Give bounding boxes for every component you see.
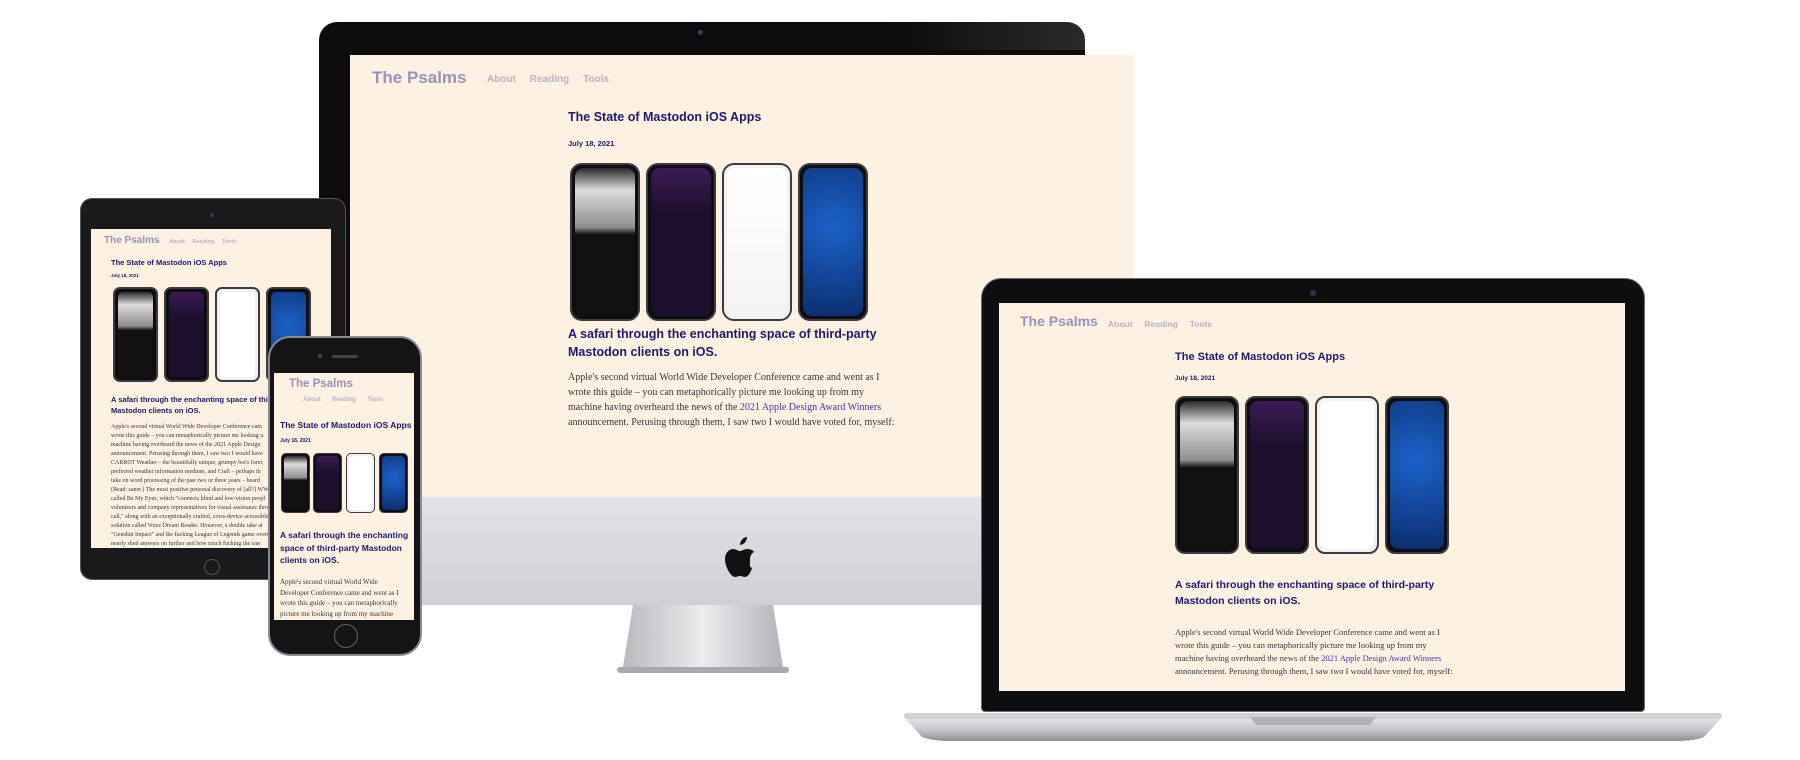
iphone-screen: The Psalms About Reading Tools The State… [274,373,414,620]
imac-chin [319,497,1085,605]
app-screenshot [646,163,716,321]
nav-about[interactable]: About [1108,319,1133,329]
site-nav: About Reading Tools [487,74,609,85]
post-body: Apple's second virtual World Wide Develo… [280,578,399,618]
nav-reading[interactable]: Reading [530,74,569,85]
hero-image [281,453,408,513]
iphone-camera [318,354,322,358]
app-screenshot [113,287,158,382]
hero-image [570,163,870,321]
nav-about[interactable]: About [169,239,185,245]
ipad-camera [210,213,214,217]
app-screenshot [1385,396,1449,554]
iphone-home-button[interactable] [334,624,358,648]
site-nav: About Reading Tools [1108,319,1212,329]
app-screenshot [1315,396,1379,554]
app-screenshot [798,163,868,321]
post-title[interactable]: The State of Mastodon iOS Apps [1175,351,1345,363]
site-nav: About Reading Tools [303,397,383,403]
ipad-home-button[interactable] [204,559,220,575]
app-screenshot [346,453,375,513]
nav-reading[interactable]: Reading [332,397,356,403]
imac-camera [698,30,703,35]
imac-stand [613,605,793,675]
nav-tools[interactable]: Tools [367,397,383,403]
post-title[interactable]: The State of Mastodon iOS Apps [111,258,227,267]
macbook-base [904,713,1722,741]
site-nav: About Reading Tools [169,239,236,245]
post-date: July 18, 2021 [280,438,311,444]
app-screenshot [1175,396,1239,554]
post-subtitle: A safari through the enchanting space of… [1175,579,1435,607]
site-brand[interactable]: The Psalms [104,235,160,246]
app-screenshot [570,163,640,321]
nav-tools[interactable]: Tools [222,239,236,245]
macbook-camera [1310,290,1316,296]
apple-logo-icon [724,537,760,579]
nav-about[interactable]: About [487,74,516,85]
post-body: Apple's second virtual World Wide Develo… [568,372,895,428]
nav-tools[interactable]: Tools [1190,319,1212,329]
iphone-speaker [332,355,358,358]
award-link[interactable]: 2021 Apple Design Award Winners [740,402,881,413]
nav-about[interactable]: About [303,397,320,403]
post-date: July 18, 2021 [111,273,139,278]
post-date: July 18, 2021 [1175,375,1216,382]
nav-reading[interactable]: Reading [193,239,215,245]
app-screenshot [379,453,408,513]
app-screenshot [722,163,792,321]
app-screenshot [1245,396,1309,554]
hero-image [1175,396,1449,558]
app-screenshot [281,453,310,513]
app-screenshot [215,287,260,382]
post-title[interactable]: The State of Mastodon iOS Apps [280,420,411,430]
site-brand[interactable]: The Psalms [1020,313,1098,329]
post-subtitle: A safari through the enchanting space of… [568,327,877,359]
nav-tools[interactable]: Tools [583,74,609,85]
app-screenshot [313,453,342,513]
award-link[interactable]: 2021 Apple Design Award Winners [1321,653,1441,663]
post-subtitle: A safari through the enchanting space of… [280,530,409,565]
site-brand[interactable]: The Psalms [289,378,353,390]
post-body: Apple's second virtual World Wide Develo… [1175,627,1453,676]
imac-glare [890,22,1085,50]
post-date: July 18, 2021 [568,139,615,148]
nav-reading[interactable]: Reading [1144,319,1178,329]
site-brand[interactable]: The Psalms [372,68,467,88]
post-title[interactable]: The State of Mastodon iOS Apps [568,110,761,124]
app-screenshot [164,287,209,382]
macbook-screen: The Psalms About Reading Tools The State… [999,303,1625,691]
